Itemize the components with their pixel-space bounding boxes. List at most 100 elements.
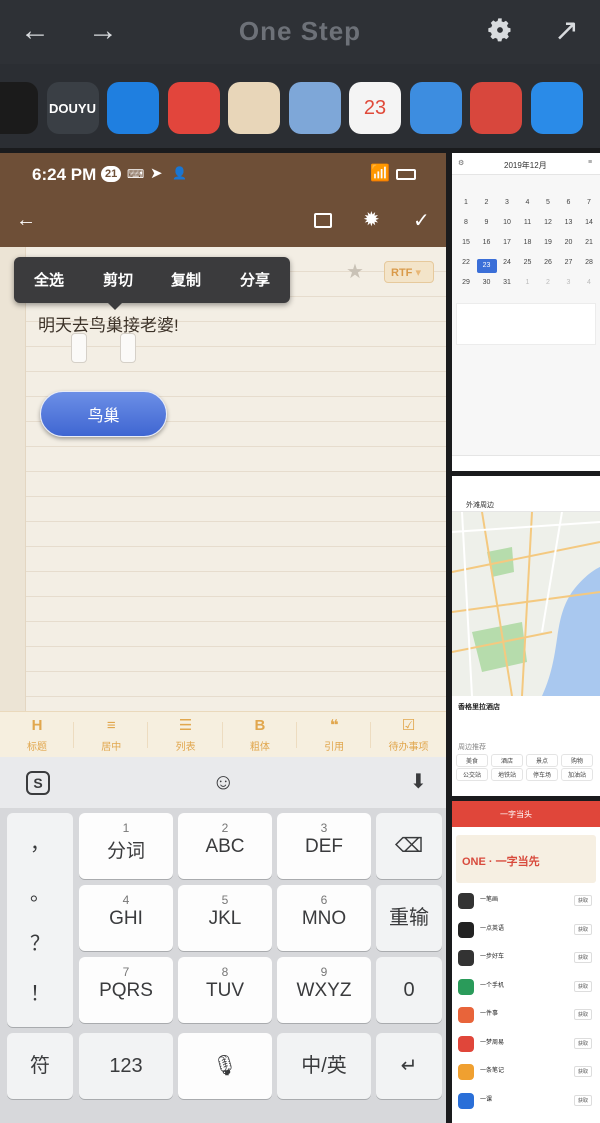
calendar-day[interactable]: 20 [559,239,579,246]
search-chip[interactable]: 鸟巢 [40,391,167,437]
store-get-button[interactable]: 获取 [574,923,593,935]
format-quote-button[interactable]: ❝ 引用 [297,716,372,753]
map-tag[interactable]: 酒店 [491,754,523,767]
key-abc[interactable]: 2 ABC [178,813,272,879]
numbers-key[interactable]: 123 [79,1033,173,1099]
note-text[interactable]: 明天去鸟巢接老婆! [38,311,179,336]
calendar-day[interactable]: 19 [538,239,558,246]
calendar-day[interactable]: 8 [456,219,476,226]
calendar-day[interactable]: 24 [497,259,517,266]
store-get-button[interactable]: 获取 [574,1066,593,1077]
browser-icon[interactable] [530,82,583,134]
calendar-day[interactable]: 3 [497,199,517,206]
key-def[interactable]: 3 DEF [277,813,371,879]
notepad-icon[interactable] [228,82,280,134]
calendar-icon[interactable]: 23 [349,82,401,134]
menu-cut[interactable]: 剪切 [103,269,133,290]
store-get-button[interactable]: 获取 [574,1094,593,1106]
calendar-day[interactable]: 3 [559,279,579,286]
calendar-day[interactable]: 29 [456,279,476,286]
key-分词[interactable]: 1 分词 [79,813,173,879]
menu-select-all[interactable]: 全选 [34,269,64,290]
menu-share[interactable]: 分享 [240,269,270,290]
sogou-logo-icon[interactable]: S [26,771,50,795]
calendar-day[interactable]: 27 [559,259,579,266]
arrow-left-icon[interactable]: ← [20,14,50,48]
reset-key[interactable]: 重输 [376,885,442,951]
map-tag[interactable]: 地铁站 [491,768,523,781]
map-tag[interactable]: 景点 [526,754,558,767]
punctuation-key[interactable]: ！ [7,977,73,1006]
key-jkl[interactable]: 5 JKL [178,885,272,951]
format-bold-button[interactable]: B 粗体 [223,716,297,753]
calendar-day[interactable]: 4 [518,199,538,206]
format-todo-button[interactable]: ☑ 待办事项 [372,716,446,753]
zero-key[interactable]: 0 [376,957,442,1023]
format-list-button[interactable]: ☰ 列表 [149,716,223,753]
calendar-day[interactable]: 21 [579,239,599,246]
punctuation-key[interactable]: ， [7,827,73,856]
store-preview[interactable]: 一字当头 ONE · 一字当先 一笔画 获取 一点英语 获取 一步好车 获取 一个手机 获取一… [452,801,600,1123]
key-ghi[interactable]: 4 GHI [79,885,173,951]
map-tag[interactable]: 美食 [456,754,488,767]
map-tag[interactable]: 停车场 [526,768,558,781]
store-get-button[interactable]: 获取 [574,980,593,992]
maps-icon[interactable] [409,82,462,134]
calendar-day[interactable]: 18 [518,239,538,246]
format-heading-button[interactable]: H 标题 [0,716,74,753]
stamp-icon[interactable] [288,82,341,134]
key-wxyz[interactable]: 9 WXYZ [277,957,371,1023]
calendar-day[interactable]: 1 [456,199,476,206]
space-key[interactable]: 🎙 [178,1033,272,1099]
calendar-day[interactable]: 16 [477,239,497,246]
calendar-day[interactable]: 15 [456,239,476,246]
calendar-day[interactable]: 9 [477,219,497,226]
calendar-preview[interactable]: ⚙ 2019年12月 ≡ 1 2 3 4 5 6 7 8 9 10 11 12 13 14 15 16 17 18… [452,153,600,471]
selection-handle-end[interactable] [120,333,136,363]
checkmark-icon[interactable]: ✓ [413,208,430,233]
arrow-up-right-icon[interactable]: ↗ [554,14,579,48]
map-tag[interactable]: 购物 [561,754,593,767]
calendar-day[interactable]: 26 [538,259,558,266]
punctuation-key[interactable]: ？ [7,927,73,956]
calendar-day[interactable]: 23 [476,259,497,273]
image-icon[interactable] [314,213,332,228]
calendar-day[interactable]: 1 [518,279,538,286]
back-arrow-icon[interactable]: ← [16,209,36,232]
punctuation-column[interactable]: ， 。 ？ ！ [7,813,73,1027]
emoji-icon[interactable]: ☺ [212,769,234,795]
map-tag[interactable]: 加油站 [561,768,593,781]
calendar-day[interactable]: 5 [538,199,558,206]
calendar-day[interactable]: 2 [538,279,558,286]
store-icon[interactable] [470,82,522,134]
map-tag[interactable]: 公交站 [456,768,488,781]
calendar-day[interactable]: 4 [579,279,599,286]
rtf-toggle[interactable]: RTF ▾ [384,261,434,283]
enter-key[interactable]: ↵ [376,1033,442,1099]
calendar-day[interactable]: 10 [497,219,517,226]
star-icon[interactable]: ★ [346,259,364,284]
gear-icon[interactable] [486,16,514,49]
douyu-icon[interactable]: DOUYU [46,82,99,134]
language-key[interactable]: 中/英 [277,1033,371,1099]
key-pqrs[interactable]: 7 PQRS [79,957,173,1023]
calendar-day[interactable]: 11 [518,219,538,226]
calendar-day[interactable]: 2 [477,199,497,206]
store-get-button[interactable]: 获取 [574,1037,593,1049]
key-tuv[interactable]: 8 TUV [178,957,272,1023]
calendar-day[interactable]: 22 [456,259,476,266]
weibo-icon[interactable] [167,82,220,134]
arrow-right-icon[interactable]: → [88,14,118,48]
store-get-button[interactable]: 获取 [574,1009,593,1020]
calendar-day[interactable]: 17 [497,239,517,246]
calendar-day[interactable]: 31 [497,279,517,286]
dog-app-icon[interactable] [107,82,159,134]
backspace-key[interactable]: ⌫ [376,813,442,879]
menu-copy[interactable]: 复制 [171,269,201,290]
calendar-day[interactable]: 13 [559,219,579,226]
calendar-day[interactable]: 6 [559,199,579,206]
map-preview[interactable]: 外滩周边 香格里拉酒店 周边推荐 美食 酒店 景点 购物 公交站 地铁站 停车场 加油站 [452,476,600,796]
hide-keyboard-icon[interactable]: ⬇ [410,769,427,794]
map-view[interactable] [452,512,600,696]
calendar-day[interactable]: 14 [579,219,599,226]
